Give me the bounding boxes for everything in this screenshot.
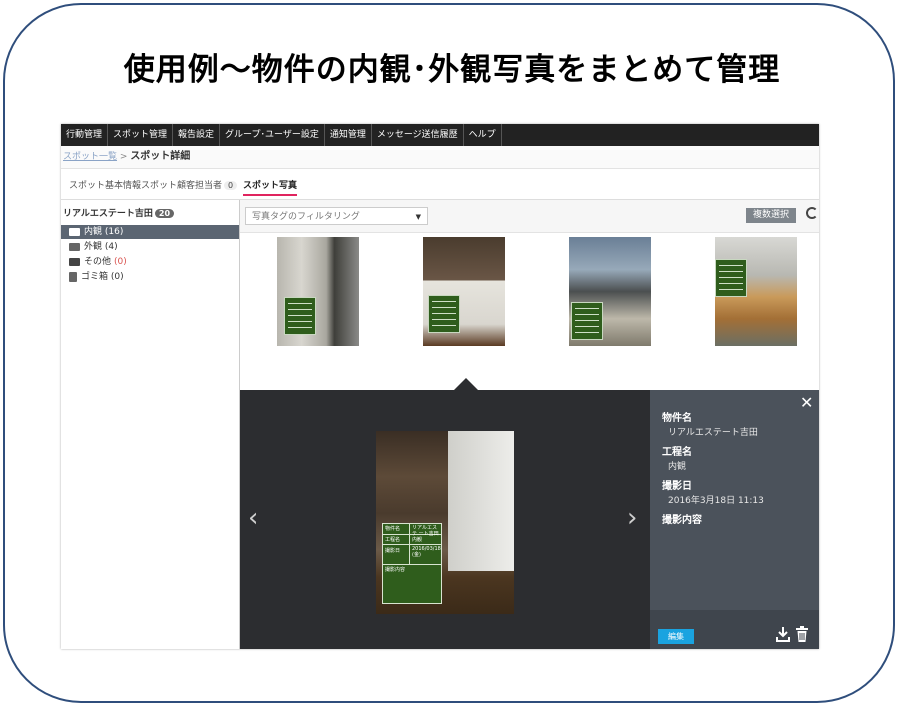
sidebar-item-trash[interactable]: ゴミ箱 (0): [69, 270, 124, 284]
folder-label: 外観: [84, 242, 103, 252]
info-panel-footer: 編集: [650, 610, 819, 649]
field-label: 撮影日: [662, 481, 692, 492]
field-value: 2016年3月18日 11:13: [668, 496, 764, 506]
photo-board: [715, 259, 747, 297]
app-screenshot: 行動管理 スポット管理 報告設定 グループ･ユーザー設定 通知管理 メッセージ送…: [61, 124, 819, 649]
board-content-label: 撮影内容: [385, 567, 406, 573]
sidebar: リアルエステート吉田 20 内観 (16) 外観 (4) その他 (0) ゴミ箱 (…: [61, 200, 240, 649]
photo-thumbnail[interactable]: [569, 237, 651, 346]
multi-select-button[interactable]: 複数選択: [746, 208, 796, 223]
nav-item-activity[interactable]: 行動管理: [61, 124, 109, 146]
tab-bar: スポット基本情報 スポット顧客担当者 0 スポット写真: [61, 169, 819, 200]
board-date-value: 2016/03/18 (金): [412, 546, 441, 558]
field-value: リアルエステート吉田: [668, 428, 758, 438]
folder-label: ゴミ箱: [81, 272, 109, 282]
photo-board: [284, 297, 316, 335]
edit-button[interactable]: 編集: [658, 629, 694, 644]
tag-filter-select[interactable]: 写真タグのフィルタリング ▼: [245, 207, 428, 225]
field-value: 内観: [668, 462, 687, 472]
next-arrow-icon[interactable]: ›: [627, 505, 637, 531]
selected-photo: 物件名 リアルエステ ート吉田 工程名 内観 撮影日 2016/03/18 (金…: [376, 431, 514, 614]
photo-wall: [448, 431, 514, 571]
photo-thumbnail[interactable]: [277, 237, 359, 346]
tab-basic-info[interactable]: スポット基本情報: [69, 178, 141, 191]
tab-spot-photos[interactable]: スポット写真: [243, 178, 298, 196]
sidebar-item-other[interactable]: その他 (0): [69, 255, 127, 269]
folder-count: (16): [104, 227, 124, 237]
field-label: 物件名: [662, 413, 692, 424]
nav-item-spots[interactable]: スポット管理: [108, 124, 174, 146]
top-nav: 行動管理 スポット管理 報告設定 グループ･ユーザー設定 通知管理 メッセージ送…: [61, 124, 819, 146]
board-line: [383, 564, 441, 565]
tab-label: スポット基本情報: [69, 181, 142, 191]
download-icon[interactable]: [776, 626, 790, 643]
folder-count: (4): [104, 242, 118, 252]
field-label: 撮影内容: [662, 515, 702, 526]
photo-gallery: 写真タグのフィルタリング ▼ 複数選択: [240, 200, 819, 390]
photo-info-board: 物件名 リアルエステ ート吉田 工程名 内観 撮影日 2016/03/18 (金…: [382, 523, 442, 604]
page-title: 使用例～物件の内観･外観写真をまとめて管理: [123, 52, 781, 88]
selection-pointer: [454, 378, 478, 390]
owner-name: リアルエステート吉田: [63, 209, 153, 219]
breadcrumb-link[interactable]: スポット一覧: [63, 152, 117, 162]
folder-label: 内観: [84, 227, 103, 237]
tab-customer-contact[interactable]: スポット顧客担当者 0: [141, 178, 238, 191]
photo-board: [571, 302, 603, 340]
board-date-label: 撮影日: [385, 548, 401, 554]
photo-board: [428, 295, 460, 333]
prev-arrow-icon[interactable]: ‹: [248, 505, 258, 531]
folder-count: (0): [110, 272, 124, 282]
board-property-label: 物件名: [385, 526, 401, 532]
field-label: 工程名: [662, 447, 692, 458]
nav-item-message-history[interactable]: メッセージ送信履歴: [372, 124, 464, 146]
tab-label: スポット写真: [243, 181, 298, 191]
owner-count-badge: 20: [154, 209, 175, 218]
nav-item-group-user[interactable]: グループ･ユーザー設定: [220, 124, 325, 146]
breadcrumb-separator: >: [119, 152, 128, 162]
filter-placeholder: 写真タグのフィルタリング: [252, 212, 360, 222]
gallery-toolbar: 写真タグのフィルタリング ▼ 複数選択: [240, 200, 819, 233]
folder-icon: [69, 258, 80, 266]
board-line: [383, 544, 441, 545]
nav-item-notifications[interactable]: 通知管理: [325, 124, 372, 146]
sidebar-owner[interactable]: リアルエステート吉田 20: [63, 206, 175, 219]
count-badge: 0: [224, 181, 238, 190]
folder-open-icon: [69, 228, 80, 236]
dropdown-caret-icon: ▼: [415, 213, 421, 221]
sidebar-item-interior[interactable]: 内観 (16): [61, 225, 239, 239]
photo-thumbnail[interactable]: [715, 237, 797, 346]
trash-icon[interactable]: [796, 626, 808, 643]
tab-label: スポット顧客担当者: [141, 181, 223, 191]
trash-icon: [69, 272, 77, 282]
nav-item-report-settings[interactable]: 報告設定: [173, 124, 221, 146]
folder-count: (0): [114, 257, 127, 267]
board-process-label: 工程名: [385, 537, 401, 543]
sidebar-item-exterior[interactable]: 外観 (4): [69, 240, 118, 254]
refresh-icon[interactable]: [806, 207, 818, 219]
board-property-value: リアルエステ ート吉田: [412, 525, 439, 537]
breadcrumb-current: スポット詳細: [130, 151, 191, 162]
photo-viewer: ‹ › 物件名 リアルエステ ート吉田 工程名 内観 撮影日 2016/03/1…: [240, 390, 650, 649]
folder-label: その他: [84, 257, 112, 267]
close-icon[interactable]: ✕: [800, 395, 813, 411]
folder-open-icon: [69, 243, 80, 251]
photo-info-panel: ✕ 物件名 リアルエステート吉田 工程名 内観 撮影日 2016年3月18日 1…: [650, 390, 819, 649]
board-process-value: 内観: [412, 537, 423, 543]
photo-thumbnail[interactable]: [423, 237, 505, 346]
nav-item-help[interactable]: ヘルプ: [464, 124, 502, 146]
breadcrumb: スポット一覧 > スポット詳細: [61, 146, 819, 169]
